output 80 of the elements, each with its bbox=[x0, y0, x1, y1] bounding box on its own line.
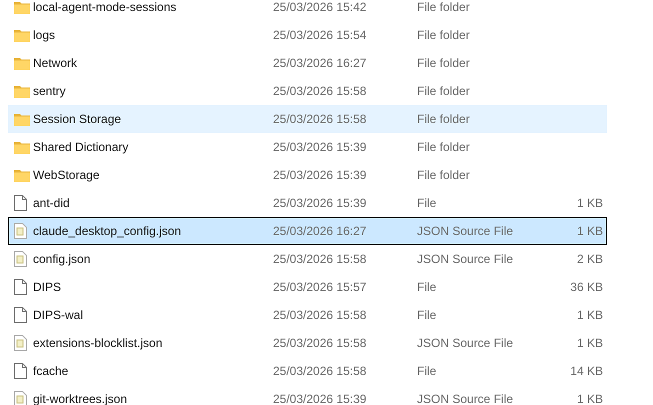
file-size: 36 KB bbox=[570, 279, 603, 296]
file-type: File folder bbox=[417, 111, 471, 128]
json-file-icon bbox=[14, 251, 27, 267]
file-type: File folder bbox=[417, 0, 471, 16]
json-file-icon bbox=[14, 223, 27, 239]
file-type: File folder bbox=[417, 55, 471, 72]
file-name: config.json bbox=[33, 251, 92, 268]
date-modified: 25/03/2026 15:39 bbox=[273, 391, 368, 405]
file-type: File bbox=[417, 279, 438, 296]
file-row[interactable]: fcache 25/03/2026 15:58 File 14 KB bbox=[8, 357, 607, 385]
file-type: JSON Source File bbox=[417, 391, 514, 405]
file-row[interactable]: Shared Dictionary 25/03/2026 15:39 File folder bbox=[8, 133, 607, 161]
file-size: 1 KB bbox=[576, 335, 603, 352]
date-modified: 25/03/2026 15:57 bbox=[273, 279, 368, 296]
file-name: sentry bbox=[33, 83, 67, 100]
file-icon bbox=[14, 195, 27, 211]
file-row[interactable]: local-agent-mode-sessions 25/03/2026 15:42 File folder bbox=[8, 0, 607, 21]
file-icon bbox=[14, 279, 27, 295]
folder-icon bbox=[14, 0, 30, 14]
file-size: 1 KB bbox=[576, 195, 603, 212]
file-name: DIPS bbox=[33, 279, 62, 296]
file-name: Network bbox=[33, 55, 78, 72]
file-icon bbox=[14, 363, 27, 379]
json-file-icon bbox=[14, 335, 27, 351]
folder-icon bbox=[14, 140, 30, 154]
date-modified: 25/03/2026 15:58 bbox=[273, 251, 368, 268]
file-row[interactable]: logs 25/03/2026 15:54 File folder bbox=[8, 21, 607, 49]
file-type: JSON Source File bbox=[417, 335, 514, 352]
file-name: Shared Dictionary bbox=[33, 139, 130, 156]
file-size: 1 KB bbox=[576, 223, 603, 240]
file-size: 1 KB bbox=[576, 307, 603, 324]
folder-icon bbox=[14, 112, 30, 126]
file-type: File folder bbox=[417, 83, 471, 100]
file-row[interactable]: Network 25/03/2026 16:27 File folder bbox=[8, 49, 607, 77]
file-name: local-agent-mode-sessions bbox=[33, 0, 178, 16]
date-modified: 25/03/2026 16:27 bbox=[273, 223, 368, 240]
date-modified: 25/03/2026 15:39 bbox=[273, 167, 368, 184]
file-type: File bbox=[417, 307, 438, 324]
file-name: DIPS-wal bbox=[33, 307, 84, 324]
file-row[interactable]: sentry 25/03/2026 15:58 File folder bbox=[8, 77, 607, 105]
file-name: WebStorage bbox=[33, 167, 100, 184]
folder-icon bbox=[14, 168, 30, 182]
file-type: File bbox=[417, 195, 438, 212]
file-row[interactable]: DIPS-wal 25/03/2026 15:58 File 1 KB bbox=[8, 301, 607, 329]
date-modified: 25/03/2026 15:54 bbox=[273, 27, 368, 44]
file-name: claude_desktop_config.json bbox=[33, 223, 182, 240]
date-modified: 25/03/2026 15:58 bbox=[273, 335, 368, 352]
file-type: JSON Source File bbox=[417, 223, 514, 240]
file-row[interactable]: Session Storage 25/03/2026 15:58 File folder bbox=[8, 105, 607, 133]
file-type: File folder bbox=[417, 139, 471, 156]
file-name: Session Storage bbox=[33, 111, 122, 128]
file-size: 2 KB bbox=[576, 251, 603, 268]
file-type: File folder bbox=[417, 167, 471, 184]
date-modified: 25/03/2026 15:42 bbox=[273, 0, 368, 16]
file-name: extensions-blocklist.json bbox=[33, 335, 164, 352]
date-modified: 25/03/2026 15:39 bbox=[273, 139, 368, 156]
folder-icon bbox=[14, 56, 30, 70]
file-row[interactable]: claude_desktop_config.json 25/03/2026 16:27 JSON Source File 1 KB bbox=[8, 217, 607, 245]
file-type: JSON Source File bbox=[417, 251, 514, 268]
date-modified: 25/03/2026 15:39 bbox=[273, 195, 368, 212]
date-modified: 25/03/2026 16:27 bbox=[273, 55, 368, 72]
file-name: ant-did bbox=[33, 195, 71, 212]
file-row[interactable]: WebStorage 25/03/2026 15:39 File folder bbox=[8, 161, 607, 189]
file-name: fcache bbox=[33, 363, 70, 380]
file-size: 1 KB bbox=[576, 391, 603, 405]
file-row[interactable]: ant-did 25/03/2026 15:39 File 1 KB bbox=[8, 189, 607, 217]
folder-icon bbox=[14, 84, 30, 98]
date-modified: 25/03/2026 15:58 bbox=[273, 83, 368, 100]
file-name: logs bbox=[33, 27, 56, 44]
file-type: File bbox=[417, 363, 438, 380]
date-modified: 25/03/2026 15:58 bbox=[273, 307, 368, 324]
date-modified: 25/03/2026 15:58 bbox=[273, 363, 368, 380]
file-row[interactable]: extensions-blocklist.json 25/03/2026 15:58 JSON Source File 1 KB bbox=[8, 329, 607, 357]
folder-icon bbox=[14, 28, 30, 42]
file-row[interactable]: config.json 25/03/2026 15:58 JSON Source File 2 KB bbox=[8, 245, 607, 273]
file-icon bbox=[14, 307, 27, 323]
file-type: File folder bbox=[417, 27, 471, 44]
file-size: 14 KB bbox=[570, 363, 603, 380]
date-modified: 25/03/2026 15:58 bbox=[273, 111, 368, 128]
file-row[interactable]: DIPS 25/03/2026 15:57 File 36 KB bbox=[8, 273, 607, 301]
